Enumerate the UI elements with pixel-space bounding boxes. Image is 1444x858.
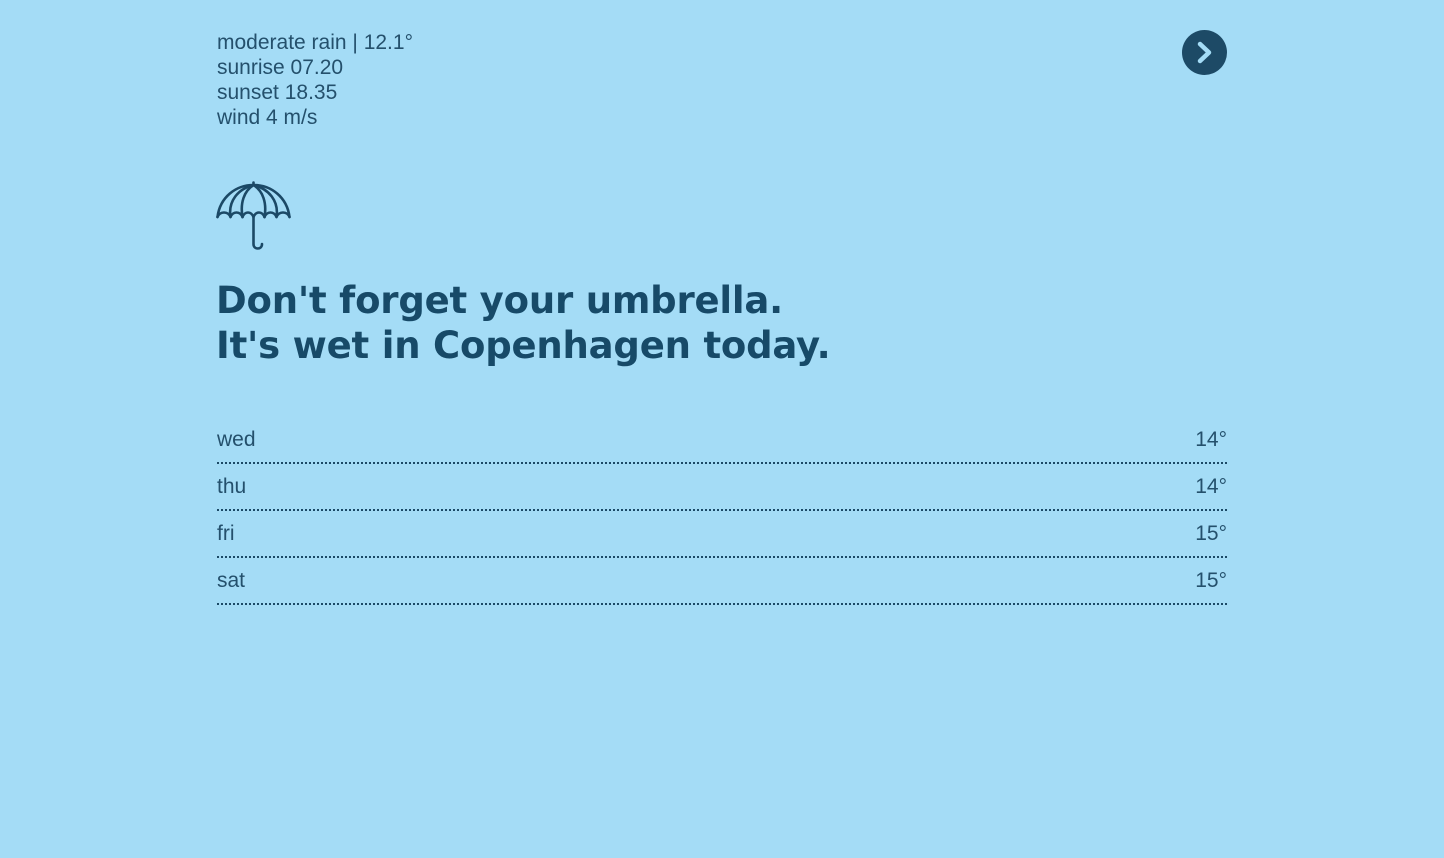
- forecast-temp: 14°: [1195, 475, 1227, 498]
- forecast-day: wed: [217, 428, 256, 451]
- headline-line-2: It's wet in Copenhagen today.: [216, 324, 831, 367]
- wind-text: wind 4 m/s: [217, 106, 318, 129]
- weather-stats: moderate rain | 12.1° sunrise 07.20 suns…: [217, 30, 413, 130]
- forecast-row: thu 14°: [217, 464, 1227, 511]
- forecast-row: wed 14°: [217, 417, 1227, 464]
- next-button[interactable]: [1182, 30, 1227, 75]
- forecast-temp: 15°: [1195, 522, 1227, 545]
- sunrise-text: sunrise 07.20: [217, 56, 344, 79]
- forecast-day: thu: [217, 475, 247, 498]
- forecast-list: wed 14° thu 14° fri 15° sat 15°: [217, 417, 1227, 605]
- umbrella-icon: [216, 181, 292, 253]
- sunset-text: sunset 18.35: [217, 81, 338, 104]
- condition-text: moderate rain | 12.1°: [217, 31, 413, 54]
- headline-line-1: Don't forget your umbrella.: [216, 279, 783, 322]
- forecast-day: sat: [217, 569, 246, 592]
- forecast-temp: 14°: [1195, 428, 1227, 451]
- forecast-row: fri 15°: [217, 511, 1227, 558]
- chevron-right-icon: [1197, 41, 1212, 64]
- forecast-row: sat 15°: [217, 558, 1227, 605]
- weather-page: moderate rain | 12.1° sunrise 07.20 suns…: [0, 0, 1444, 858]
- forecast-temp: 15°: [1195, 569, 1227, 592]
- forecast-day: fri: [217, 522, 235, 545]
- headline: Don't forget your umbrella. It's wet in …: [216, 278, 831, 368]
